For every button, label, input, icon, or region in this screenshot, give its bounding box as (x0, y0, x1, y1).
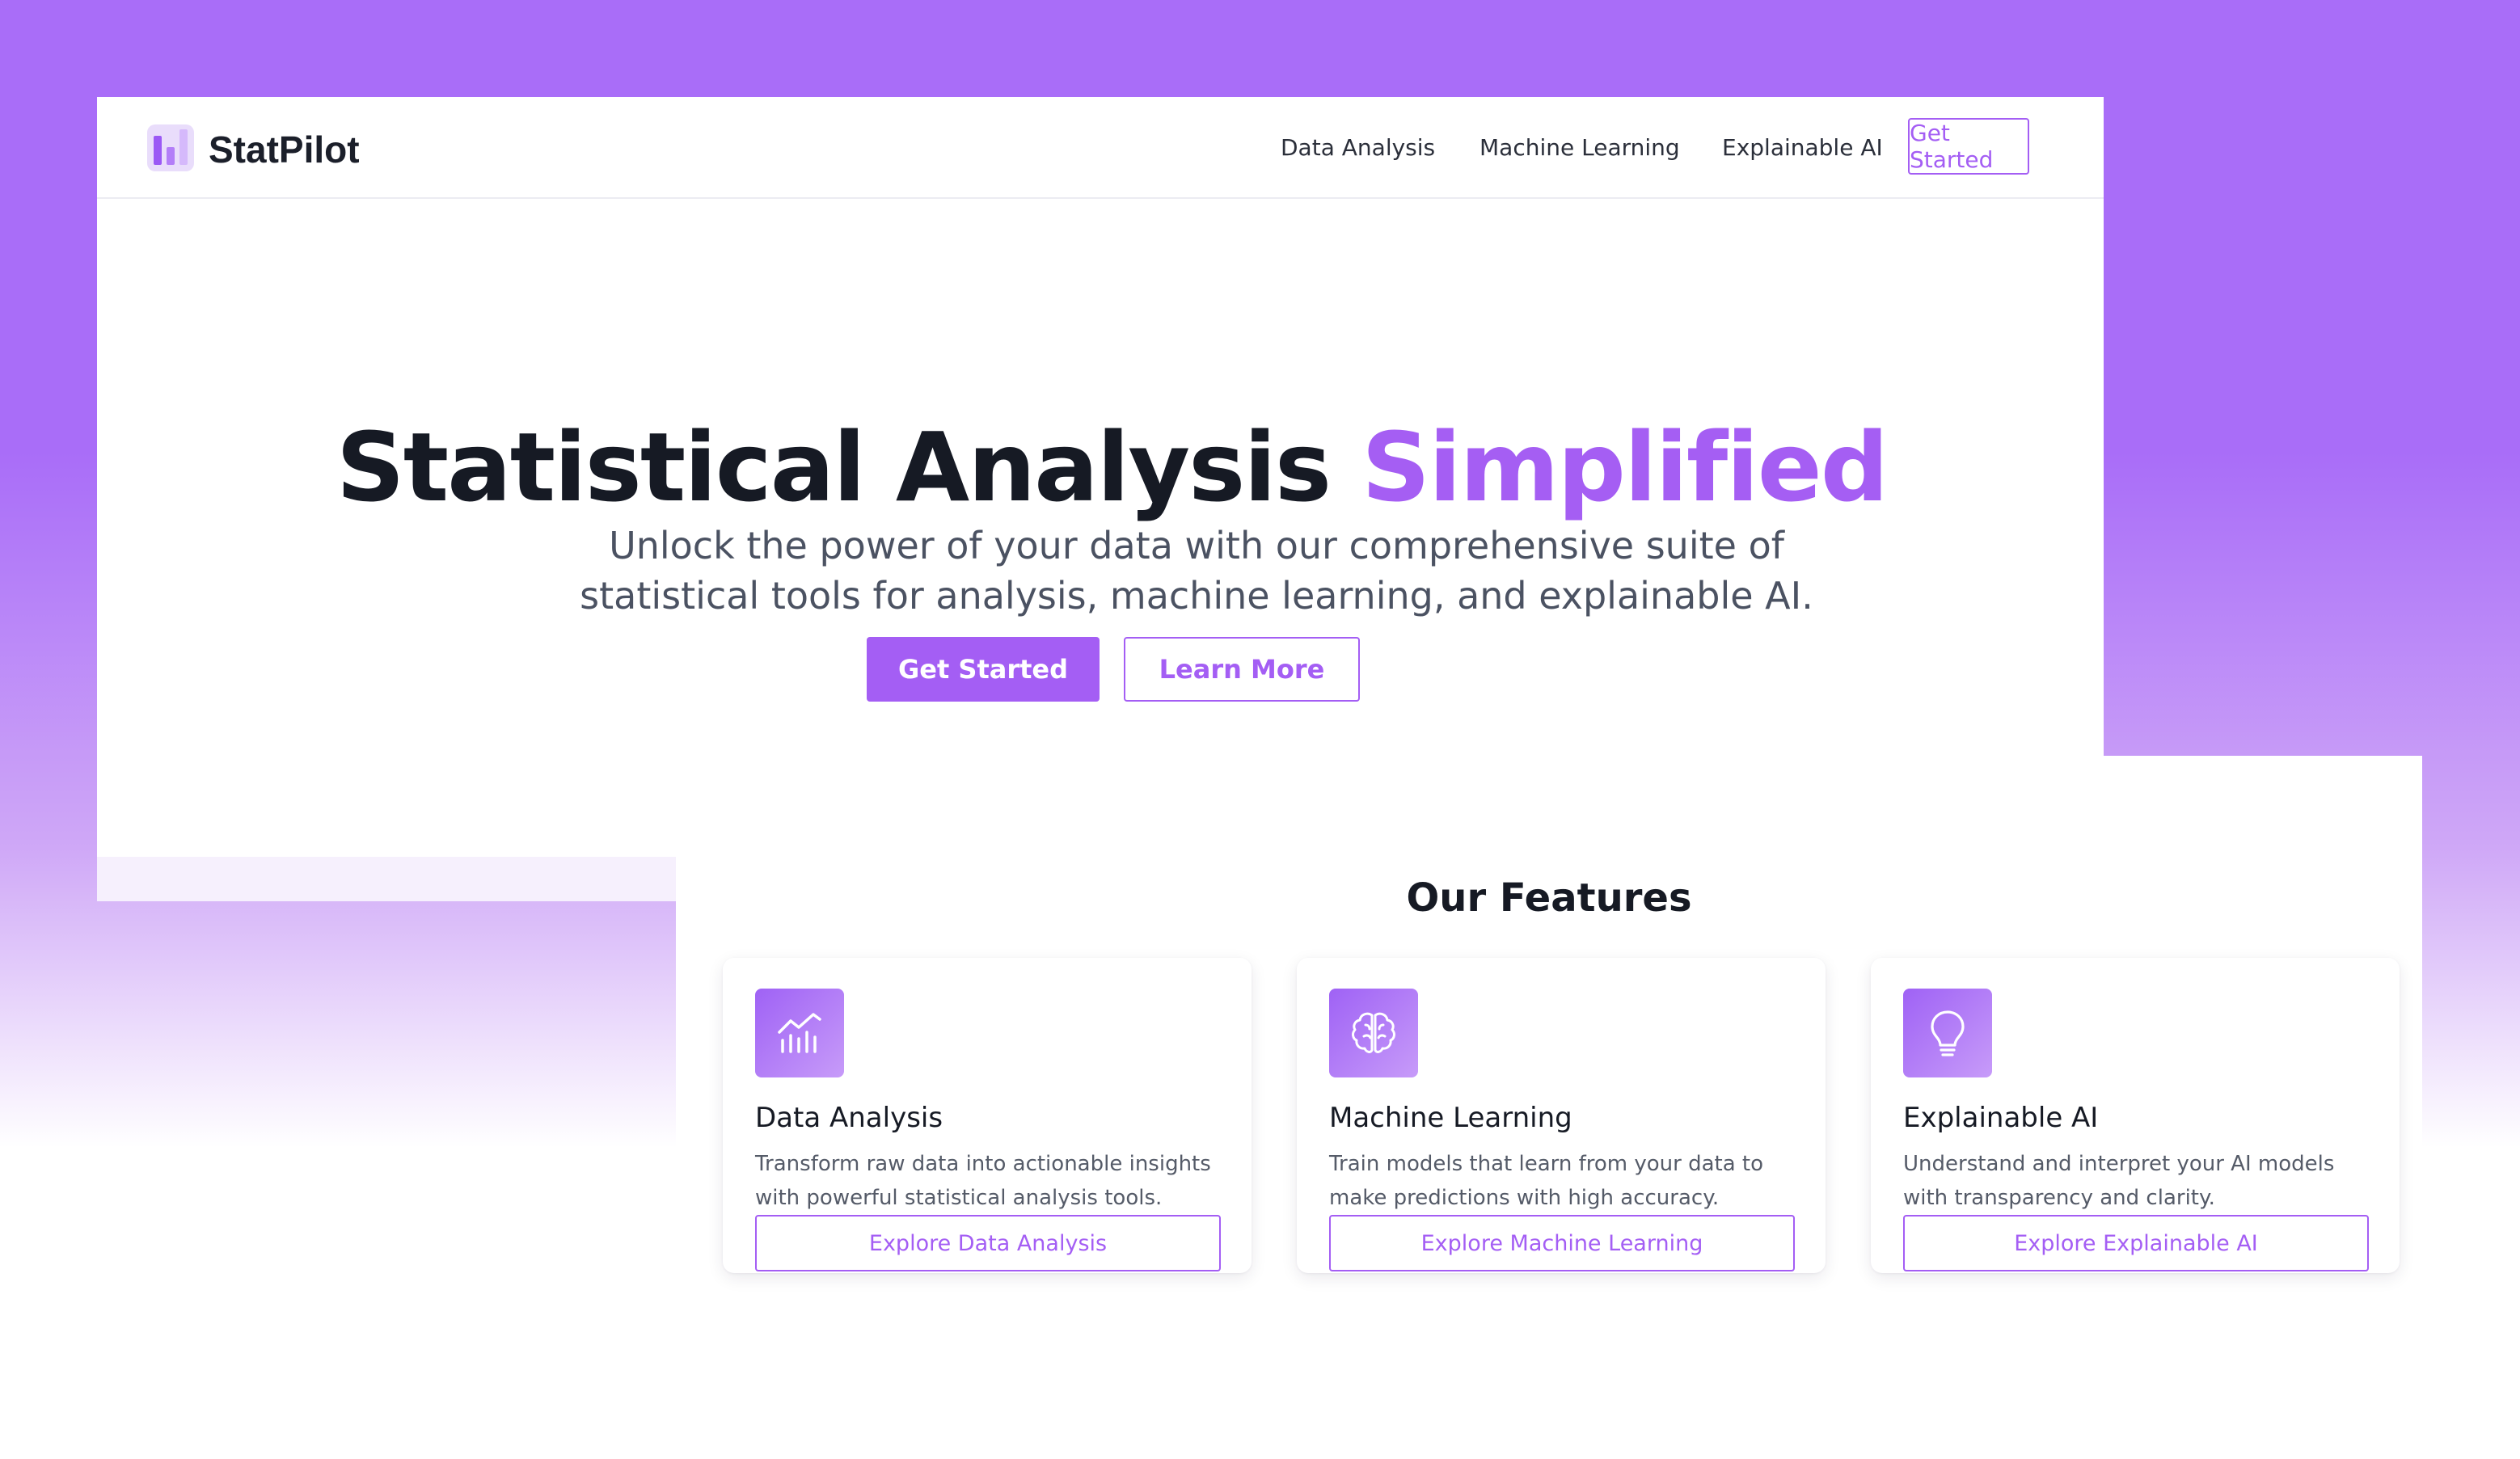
feature-title: Explainable AI (1903, 1102, 2099, 1134)
nav-link-machine-learning[interactable]: Machine Learning (1479, 134, 1680, 161)
get-started-button[interactable]: Get Started (867, 637, 1100, 702)
hero-title-accent: Simplified (1361, 411, 1889, 524)
features-section: Our Features Data Analysis Transform raw… (676, 756, 2422, 1394)
nav-get-started-button[interactable]: Get Started (1908, 118, 2029, 175)
feature-description: Transform raw data into actionable insig… (755, 1152, 1211, 1210)
feature-card-machine-learning: Machine Learning Train models that learn… (1297, 958, 1826, 1273)
hero-title: Statistical Analysis Simplified (0, 411, 2223, 523)
hero-bottom-tint (97, 857, 679, 901)
hero-title-main: Statistical Analysis (336, 411, 1362, 524)
features-heading: Our Features (1406, 875, 1692, 921)
feature-description: Understand and interpret your AI models … (1903, 1152, 2335, 1210)
nav-link-explainable-ai[interactable]: Explainable AI (1722, 134, 1883, 161)
brain-icon (1329, 989, 1418, 1077)
bar-chart-logo-icon[interactable] (147, 124, 194, 171)
brand-name[interactable]: StatPilot (209, 128, 360, 171)
feature-card-data-analysis: Data Analysis Transform raw data into ac… (723, 958, 1252, 1273)
hero-subtitle: Unlock the power of your data with our c… (580, 524, 1813, 618)
top-navbar: StatPilot Data Analysis Machine Learning… (97, 97, 2104, 199)
feature-description: Train models that learn from your data t… (1329, 1152, 1764, 1210)
explore-machine-learning-button[interactable]: Explore Machine Learning (1329, 1215, 1795, 1271)
lightbulb-icon (1903, 989, 1992, 1077)
nav-link-data-analysis[interactable]: Data Analysis (1281, 134, 1435, 161)
explore-explainable-ai-button[interactable]: Explore Explainable AI (1903, 1215, 2369, 1271)
feature-card-explainable-ai: Explainable AI Understand and interpret … (1871, 958, 2400, 1273)
feature-title: Machine Learning (1329, 1102, 1572, 1134)
feature-title: Data Analysis (755, 1102, 943, 1134)
explore-data-analysis-button[interactable]: Explore Data Analysis (755, 1215, 1221, 1271)
learn-more-button[interactable]: Learn More (1124, 637, 1360, 702)
chart-icon (755, 989, 844, 1077)
